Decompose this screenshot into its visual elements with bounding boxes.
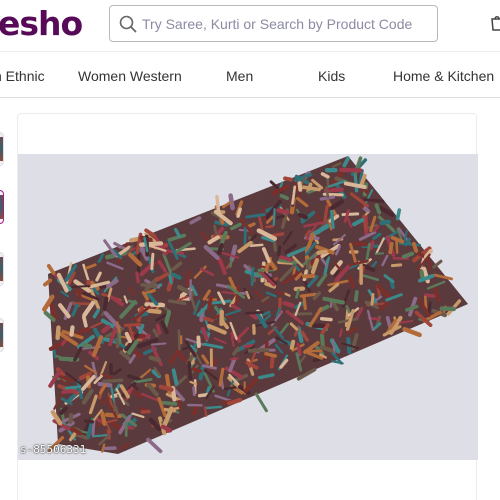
thumbnail-image xyxy=(0,137,3,161)
thumbnail-image xyxy=(0,195,3,219)
thumbnail[interactable] xyxy=(0,132,4,166)
search-icon xyxy=(119,15,137,33)
nav-item-kids[interactable]: Kids xyxy=(318,67,345,85)
cart-icon[interactable] xyxy=(490,14,500,32)
nav-item-men[interactable]: Men xyxy=(226,67,253,85)
nav-item-home-kitchen[interactable]: Home & Kitchen xyxy=(393,67,494,85)
product-code-label: s-85506331 xyxy=(20,443,87,456)
search-bar[interactable] xyxy=(109,5,438,42)
header: esho xyxy=(0,0,500,52)
nav-item-women-western[interactable]: Women Western xyxy=(78,67,182,85)
thumbnail-image xyxy=(0,323,3,347)
shaggy-rug-image xyxy=(42,156,468,454)
category-nav: n Ethnic Women Western Men Kids Home & K… xyxy=(0,53,500,98)
thumbnail-image xyxy=(0,257,3,281)
thumbnail-selected[interactable] xyxy=(0,190,4,224)
brand-logo[interactable]: esho xyxy=(0,4,83,44)
page: esho n Ethnic Women Western Men Kids Hom… xyxy=(0,0,500,500)
thumbnail[interactable] xyxy=(0,318,4,352)
thumbnail[interactable] xyxy=(0,252,4,286)
product-image[interactable]: s-85506331 xyxy=(18,154,478,460)
search-input[interactable] xyxy=(142,6,432,41)
nav-item-women-ethnic[interactable]: n Ethnic xyxy=(0,67,45,85)
